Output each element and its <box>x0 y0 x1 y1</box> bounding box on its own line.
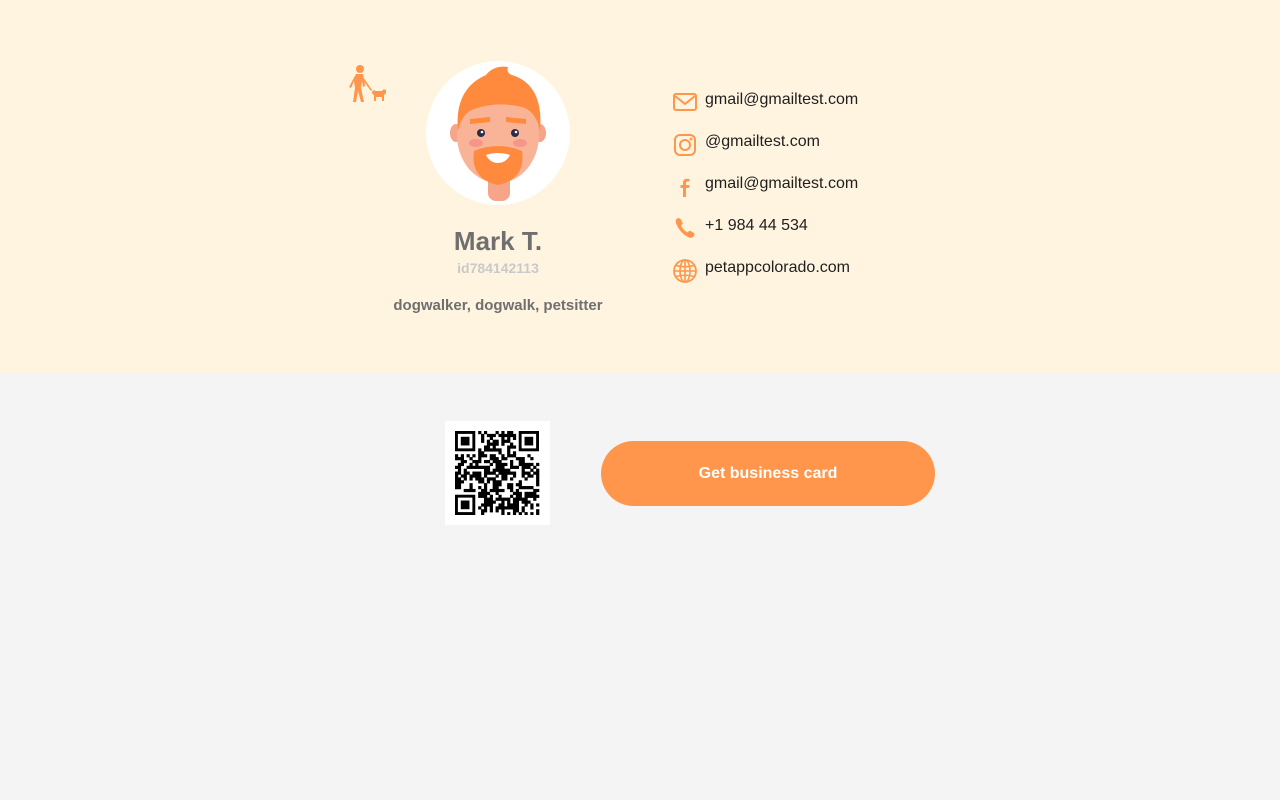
profile-tags: dogwalker, dogwalk, petsitter <box>393 297 603 314</box>
contact-website-text: petappcolorado.com <box>705 259 850 276</box>
bearded-man-avatar-icon <box>450 66 546 201</box>
envelope-icon <box>672 89 698 115</box>
contact-email-text: gmail@gmailtest.com <box>705 91 859 108</box>
contact-phone[interactable]: +1 984 44 534 <box>672 214 972 256</box>
contact-facebook-text: gmail@gmailtest.com <box>705 175 859 192</box>
get-business-card-button[interactable]: Get business card <box>601 441 935 506</box>
contact-instagram[interactable]: @gmailtest.com <box>672 130 972 172</box>
phone-icon <box>672 215 698 241</box>
qr-code <box>445 421 550 525</box>
contact-facebook[interactable]: gmail@gmailtest.com <box>672 172 972 214</box>
avatar <box>426 61 570 205</box>
profile-name: Mark T. <box>453 226 543 256</box>
card-actions-area <box>0 374 1280 800</box>
instagram-icon <box>672 131 698 157</box>
contact-list: gmail@gmailtest.com @gmailtest.com gmail… <box>672 88 972 298</box>
qr-code-icon <box>455 431 540 515</box>
globe-icon <box>672 257 698 283</box>
profile-header <box>0 0 1280 374</box>
contact-email[interactable]: gmail@gmailtest.com <box>672 88 972 130</box>
contact-phone-text: +1 984 44 534 <box>705 217 808 234</box>
contact-website[interactable]: petappcolorado.com <box>672 256 972 298</box>
facebook-icon <box>672 173 698 199</box>
contact-instagram-text: @gmailtest.com <box>705 133 820 150</box>
dog-walker-icon <box>344 64 388 106</box>
profile-id: id784142113 <box>457 260 539 276</box>
